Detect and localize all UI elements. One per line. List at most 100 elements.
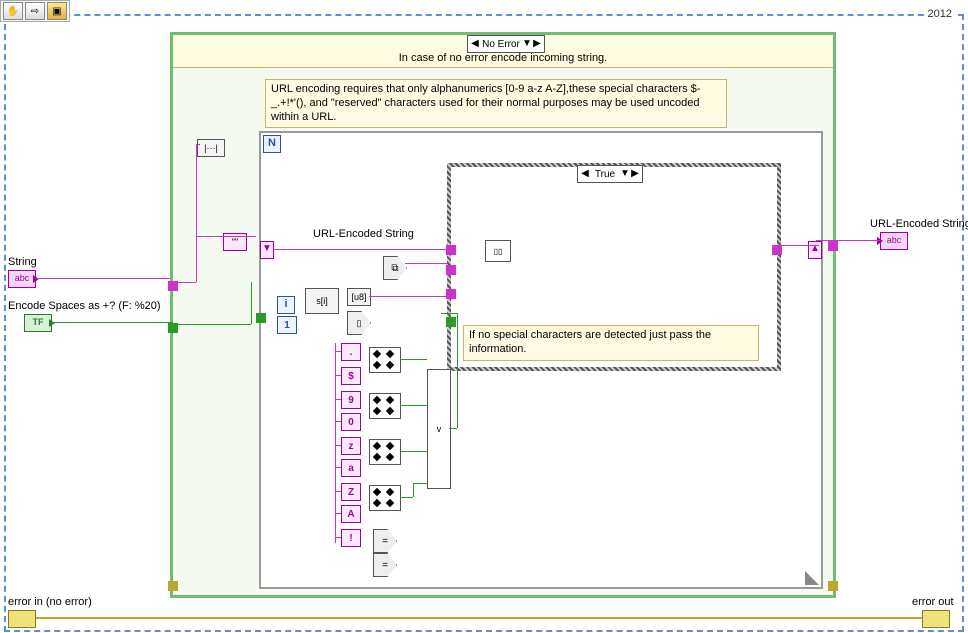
inner-case-comment: If no special characters are detected ju… [463,325,759,361]
case-selector-text: No Error [480,39,522,50]
or-label: v [437,424,442,434]
case-structure[interactable]: ◀ No Error ▼ ▶ In case of no error encod… [170,32,836,598]
arrow-icon: ⇨ [31,6,39,17]
wire [400,405,427,406]
abc-icon: abc [887,235,902,245]
chevron-left-icon[interactable]: ◀ [580,168,590,180]
char-const-z: z [341,437,361,455]
compound-or[interactable]: v [427,369,451,489]
char-const-dot: . [341,343,361,361]
encode-spaces-label: Encode Spaces as +? (F: %20) [8,300,161,312]
wire [400,497,413,498]
terminal-in-arrow-icon [877,237,883,245]
in-range-3[interactable] [369,439,401,465]
format-into-string[interactable]: ▯▯ [485,240,511,262]
terminal-out-arrow-icon [33,275,39,283]
toolbar: ✋ ⇨ ▣ [0,0,70,22]
highlight-icon: ▣ [52,6,61,17]
chevron-down-icon[interactable]: ▼ [522,38,532,50]
char-const-Z-upper: Z [341,483,361,501]
wire [36,278,171,279]
loop-n-label: N [268,137,276,149]
const-label: . [350,347,353,358]
pan-tool-button[interactable]: ✋ [3,2,23,20]
loop-resize-handle[interactable] [805,571,819,585]
wire [335,399,341,400]
wire [273,249,447,250]
equals-2[interactable]: = [373,553,397,577]
inner-tunnel-in-3 [446,289,456,299]
const-label: z [349,441,354,452]
case-subtitle: In case of no error encode incoming stri… [173,52,833,64]
for-loop[interactable]: N URL-Encoded String ⧉ s[i] [u8] ▯ i 1 ◀… [259,131,823,589]
const-label: $ [348,371,354,382]
to-u8-node[interactable]: [u8] [347,288,371,306]
error-out-terminal[interactable] [922,610,950,628]
concatenate-strings[interactable]: ⧉ [383,256,407,280]
string-in-terminal[interactable]: abc [8,270,36,288]
wire [335,491,341,492]
url-encoded-label: URL-Encoded String [313,228,414,240]
inner-tunnel-in-1 [446,245,456,255]
wire [400,451,427,452]
in-range-2[interactable] [369,393,401,419]
char-const-bang: ! [341,529,361,547]
wire [773,245,819,246]
wire [369,296,447,297]
one-constant: 1 [277,316,297,334]
wire [449,428,457,429]
const-label: ! [349,533,352,544]
inner-tunnel-out [772,245,782,255]
wire [335,421,341,422]
char-const-A-upper: A [341,505,361,523]
wire [335,375,341,376]
string-out-terminal[interactable]: abc [880,232,908,250]
inner-case-selector[interactable]: ◀ True ▼ ▶ [577,165,643,183]
case-header: ◀ No Error ▼ ▶ In case of no error encod… [173,35,833,68]
case-selector[interactable]: ◀ No Error ▼ ▶ [467,35,545,53]
loop-count-terminal[interactable]: N [263,135,281,153]
hand-icon: ✋ [7,6,19,17]
shift-register-left[interactable] [260,241,274,259]
chevron-right-icon[interactable]: ▶ [532,38,542,50]
wire [52,322,173,323]
index-array[interactable]: ▯ [347,311,371,335]
error-in-terminal[interactable] [8,610,36,628]
string-out-label: URL-Encoded String [870,218,968,230]
loop-iteration-terminal[interactable]: i [277,296,295,314]
equals-1[interactable]: = [373,529,397,553]
inner-case-selector-text: True [590,169,620,180]
const-label: a [348,463,354,474]
wire [413,483,414,497]
wire [251,282,252,324]
shift-register-right[interactable] [808,241,822,259]
string-tunnel-out [828,241,838,251]
wire [36,617,922,619]
char-const-dollar: $ [341,367,361,385]
in-range-4[interactable] [369,485,401,511]
fmt-icon: ▯▯ [494,247,503,256]
string-subset-node[interactable]: s[i] [305,288,339,314]
chevron-left-icon[interactable]: ◀ [470,38,480,50]
abc-icon: abc [15,273,30,283]
highlight-exec-button[interactable]: ▣ [47,2,67,20]
wire [441,313,457,314]
chevron-down-icon[interactable]: ▼ [620,168,630,180]
inner-tunnel-green [446,317,456,327]
encode-spaces-terminal[interactable]: TF [24,314,52,332]
wire [335,445,341,446]
chevron-right-icon[interactable]: ▶ [630,168,640,180]
error-in-label: error in (no error) [8,596,92,608]
arrow-tool-button[interactable]: ⇨ [25,2,45,20]
string-length-node[interactable]: |···| [197,139,225,157]
in-range-1[interactable] [369,347,401,373]
inner-case-structure[interactable]: ◀ True ▼ ▶ ▯▯ If no special characters a… [447,163,781,371]
wire [413,483,427,484]
inner-tunnel-in-2 [446,265,456,275]
loop-i-label: i [284,298,287,310]
error-tunnel-out [828,581,838,591]
wire [335,351,341,352]
wire [335,537,341,538]
wire [830,240,880,241]
error-tunnel-in [168,581,178,591]
